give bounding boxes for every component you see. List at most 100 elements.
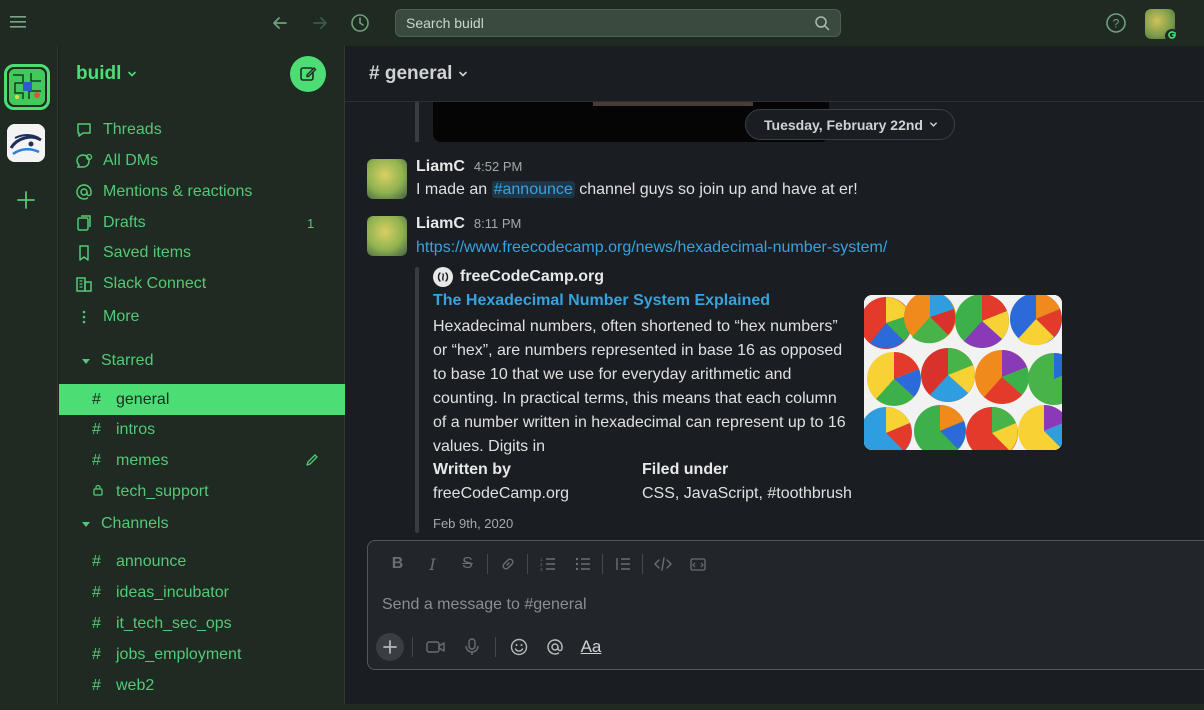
nav-more[interactable]: More <box>75 306 139 328</box>
search-placeholder: Search buidl <box>406 15 484 31</box>
unfurl-thumbnail[interactable] <box>864 295 1062 450</box>
channel-header[interactable]: # general <box>345 46 1204 102</box>
channel-it-tech-sec-ops[interactable]: # it_tech_sec_ops <box>59 608 345 639</box>
channel-name: ideas_incubator <box>116 583 229 601</box>
filed-under-label: Filed under <box>642 461 729 478</box>
hash-icon: # <box>92 552 101 570</box>
hash-icon: # <box>92 614 101 632</box>
microphone-icon[interactable] <box>457 633 487 661</box>
channel-mention[interactable]: #announce <box>491 181 575 198</box>
timestamp[interactable]: 4:52 PM <box>474 159 522 174</box>
menu-icon[interactable] <box>10 14 26 30</box>
italic-icon[interactable]: I <box>415 551 450 577</box>
hash-icon: # <box>92 390 101 408</box>
add-workspace-icon[interactable] <box>14 188 38 212</box>
format-toggle-button[interactable]: Aa <box>576 633 606 661</box>
nav-slack-connect[interactable]: Slack Connect <box>75 273 206 295</box>
nav-saved-items[interactable]: Saved items <box>75 242 191 264</box>
nav-label: Saved items <box>103 244 192 261</box>
nav-mentions[interactable]: Mentions & reactions <box>75 181 252 203</box>
link-icon[interactable] <box>490 551 525 577</box>
compose-button[interactable] <box>290 56 326 92</box>
avatar[interactable] <box>367 159 407 199</box>
plus-icon <box>383 640 397 654</box>
toolbar-divider <box>412 637 413 657</box>
forward-arrow-icon[interactable] <box>308 11 332 35</box>
emoji-icon[interactable] <box>504 633 534 661</box>
written-by-link[interactable]: freeCodeCamp.org <box>433 485 569 503</box>
toolbar-divider <box>602 554 603 574</box>
nav-drafts[interactable]: Drafts <box>75 212 146 234</box>
drafts-count: 1 <box>307 216 315 231</box>
add-attachment-button[interactable] <box>376 633 404 661</box>
user-avatar[interactable] <box>1145 9 1179 43</box>
workspace-name: buidl <box>76 63 122 84</box>
toolbar-divider <box>527 554 528 574</box>
bulleted-list-icon[interactable] <box>565 551 600 577</box>
channel-memes[interactable]: # memes <box>59 445 345 476</box>
message-text-part: channel guys so join up and have at er! <box>574 181 858 198</box>
history-icon[interactable] <box>348 11 372 35</box>
svg-text:3: 3 <box>540 567 543 571</box>
unfurl-accent-bar <box>415 267 419 533</box>
help-icon[interactable]: ? <box>1104 11 1128 35</box>
workspace-second-icon[interactable] <box>7 124 45 162</box>
message-link[interactable]: https://www.freecodecamp.org/news/hexade… <box>416 239 887 257</box>
unfurl-description: Hexadecimal numbers, often shortened to … <box>433 318 846 455</box>
channel-web2[interactable]: # web2 <box>59 670 345 701</box>
channel-name: it_tech_sec_ops <box>116 614 232 632</box>
blockquote-icon[interactable] <box>605 551 640 577</box>
channel-name: web2 <box>116 676 155 694</box>
attachment-bar <box>415 102 419 142</box>
channel-jobs-employment[interactable]: # jobs_employment <box>59 639 345 670</box>
history-nav <box>268 11 372 35</box>
nav-threads[interactable]: Threads <box>75 119 162 141</box>
code-icon[interactable] <box>645 551 680 577</box>
more-vertical-icon <box>75 308 93 326</box>
channel-intros[interactable]: # intros <box>59 414 345 445</box>
channel-general[interactable]: # general <box>59 384 345 415</box>
bold-icon[interactable]: B <box>380 551 415 577</box>
author-name[interactable]: LiamC <box>416 215 465 233</box>
avatar[interactable] <box>367 216 407 256</box>
channel-name: memes <box>116 451 169 469</box>
nav-all-dms[interactable]: All DMs <box>75 150 158 172</box>
composer-actions: Aa <box>376 633 606 661</box>
video-icon[interactable] <box>421 633 451 661</box>
pencil-icon[interactable] <box>305 453 319 467</box>
timestamp[interactable]: 8:11 PM <box>474 216 521 231</box>
date-label: Tuesday, February 22nd <box>764 116 923 133</box>
message-input[interactable]: Send a message to #general <box>382 596 587 614</box>
channel-title: # general <box>369 62 453 84</box>
workspace-buidl-icon[interactable] <box>4 64 50 110</box>
section-starred[interactable]: Starred <box>81 352 153 370</box>
search-input[interactable]: Search buidl <box>395 9 841 37</box>
at-icon <box>75 183 93 201</box>
channel-ideas-incubator[interactable]: # ideas_incubator <box>59 577 345 608</box>
bottom-border <box>0 704 1204 710</box>
workspace-rail <box>0 46 58 710</box>
channel-tech-support[interactable]: tech_support <box>59 476 345 507</box>
channel-announce[interactable]: # announce <box>59 546 345 577</box>
workspace-menu[interactable]: buidl <box>76 63 137 85</box>
status-icon <box>1165 29 1179 43</box>
search-icon <box>815 16 830 31</box>
strikethrough-icon[interactable]: S <box>450 551 485 577</box>
unfurl-site: freeCodeCamp.org <box>433 267 604 287</box>
bookmark-icon <box>75 244 93 262</box>
mention-icon[interactable] <box>540 633 570 661</box>
unfurl-date: Feb 9th, 2020 <box>433 516 514 531</box>
section-channels[interactable]: Channels <box>81 515 169 533</box>
code-block-icon[interactable] <box>680 551 715 577</box>
nav-label: All DMs <box>103 152 159 169</box>
date-divider[interactable]: Tuesday, February 22nd <box>745 109 955 140</box>
chevron-down-icon <box>459 71 468 77</box>
hash-icon: # <box>92 420 101 438</box>
message-composer[interactable]: B I S 123 Send a message to #general Aa <box>367 540 1204 670</box>
url-link[interactable]: https://www.freecodecamp.org/news/hexade… <box>416 239 887 256</box>
author-name[interactable]: LiamC <box>416 158 465 176</box>
back-arrow-icon[interactable] <box>268 11 292 35</box>
ordered-list-icon[interactable]: 123 <box>530 551 565 577</box>
svg-text:?: ? <box>1113 17 1120 31</box>
unfurl-title[interactable]: The Hexadecimal Number System Explained <box>433 292 770 310</box>
